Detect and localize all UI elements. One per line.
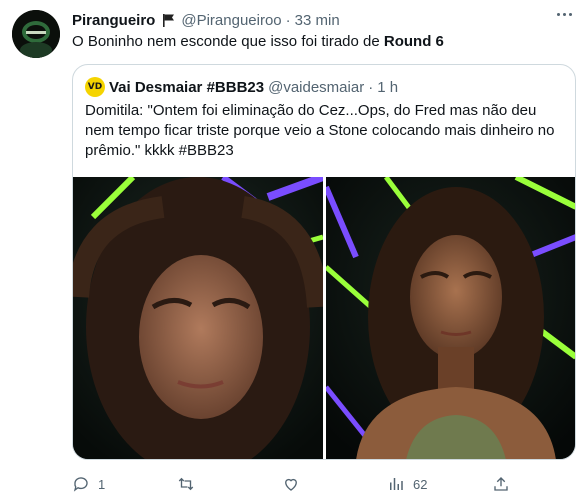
- retweet-button[interactable]: [177, 475, 237, 493]
- author-avatar[interactable]: [12, 10, 60, 58]
- photo-woman-right[interactable]: [325, 177, 575, 459]
- reply-count: 1: [98, 476, 106, 492]
- quoted-timestamp: 1 h: [377, 78, 399, 96]
- media-grid: [73, 177, 575, 459]
- share-icon: [494, 477, 508, 491]
- separator-dot: ·: [285, 11, 291, 29]
- quoted-avatar: VD: [85, 77, 105, 97]
- quoted-avatar-text: VD: [87, 82, 103, 92]
- reply-button[interactable]: 1: [72, 475, 132, 493]
- action-bar: 1 62: [72, 470, 512, 498]
- share-button[interactable]: [492, 475, 512, 493]
- flag-icon: [161, 12, 177, 28]
- more-icon[interactable]: [557, 13, 572, 16]
- quoted-text: Domitila: "Ontem foi eliminação do Cez..…: [85, 102, 555, 159]
- views-button[interactable]: 62: [387, 475, 447, 493]
- like-icon: [285, 478, 297, 491]
- quoted-separator: ·: [368, 78, 374, 96]
- reply-icon: [73, 477, 88, 492]
- like-button[interactable]: [282, 475, 342, 493]
- author-handle[interactable]: @Pirangueiroo: [181, 12, 281, 29]
- tweet-header: Pirangueiro @Pirangueiroo · 33 min: [72, 10, 572, 30]
- retweet-icon: [178, 477, 194, 491]
- tweet-text-plain: O Boninho nem esconde que isso foi tirad…: [72, 33, 384, 50]
- author-name[interactable]: Pirangueiro: [72, 12, 155, 29]
- quoted-header: VD Vai Desmaiar #BBB23 @vaidesmaiar · 1 …: [85, 77, 563, 97]
- squid-game-avatar-icon: [12, 10, 60, 58]
- tweet-text: O Boninho nem esconde que isso foi tirad…: [72, 32, 572, 52]
- views-icon: [390, 478, 403, 490]
- quoted-handle: @vaidesmaiar: [268, 78, 365, 96]
- quoted-tweet[interactable]: VD Vai Desmaiar #BBB23 @vaidesmaiar · 1 …: [72, 64, 576, 460]
- tweet-text-bold: Round 6: [383, 33, 444, 50]
- timestamp[interactable]: 33 min: [295, 12, 340, 29]
- photo-woman-left[interactable]: [73, 177, 323, 459]
- quoted-author-name: Vai Desmaiar #BBB23: [109, 78, 265, 96]
- views-count: 62: [413, 476, 428, 492]
